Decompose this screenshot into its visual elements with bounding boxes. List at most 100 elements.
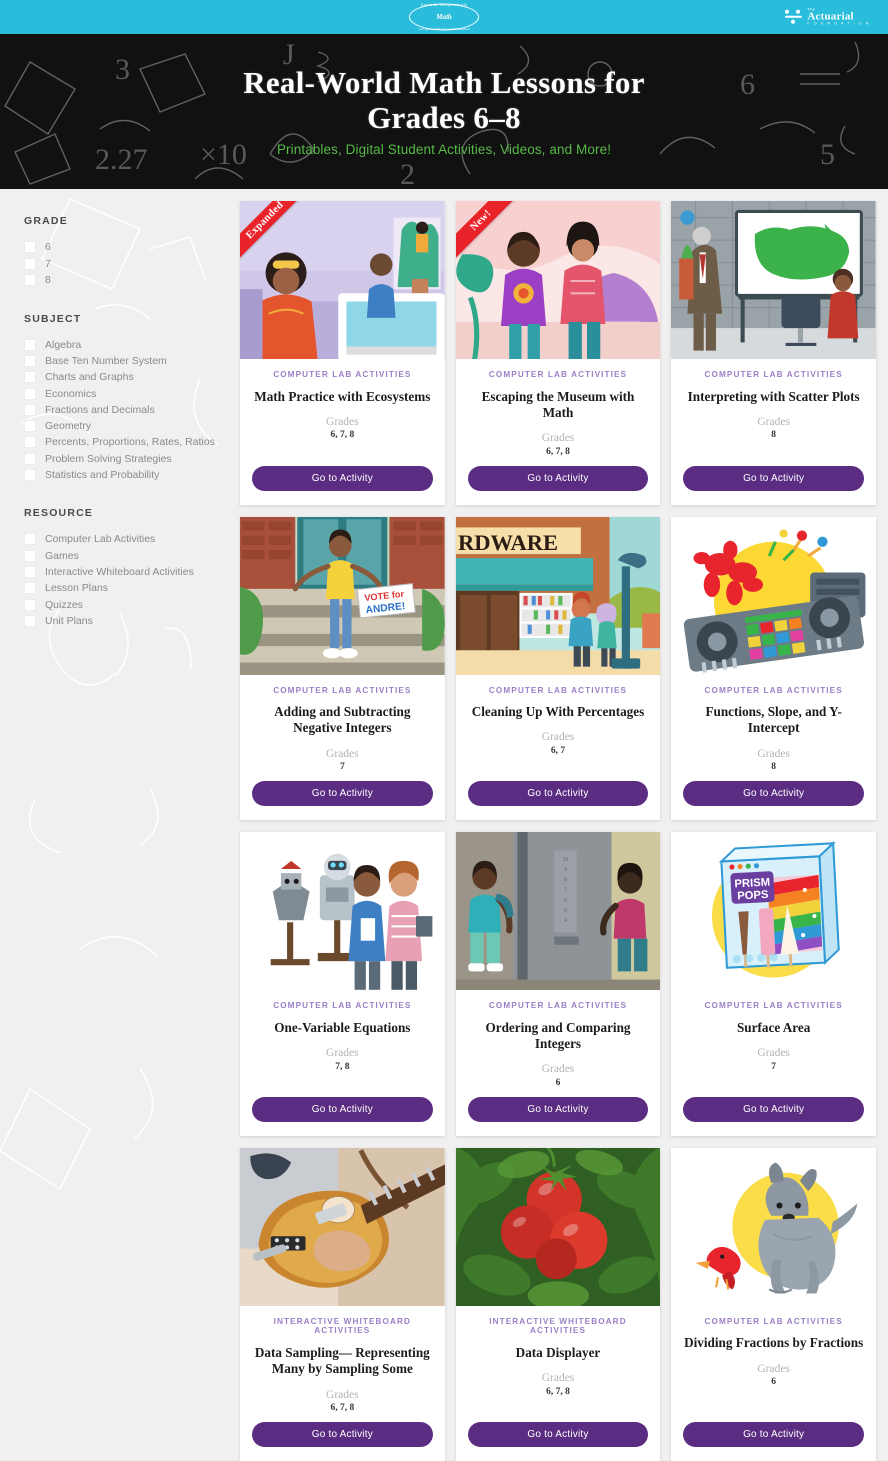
activity-card-body: COMPUTER LAB ACTIVITIES Surface Area Grade… [671,990,876,1136]
activity-card[interactable]: COMPUTER LAB ACTIVITIES Dividing Fraction… [671,1147,876,1461]
checkbox-icon[interactable] [24,387,36,400]
hero-subtitle: Printables, Digital Student Activities, … [276,142,612,158]
filter-label: Fractions and Decimals [45,403,155,416]
go-to-activity-button[interactable]: Go to Activity [683,781,864,807]
activity-card-body: INTERACTIVE WHITEBOARD ACTIVITIES Data Sa… [240,1306,445,1461]
checkbox-icon[interactable] [24,565,36,578]
checkbox-icon[interactable] [24,257,36,270]
illustration-elevator: 10 9 8 7 6 5 4 [455,832,661,991]
activity-thumbnail[interactable]: RDWARE [455,516,661,675]
activity-card-body: COMPUTER LAB ACTIVITIES Functions, Slope,… [671,675,876,821]
activity-card[interactable]: VOTE for ANDRE! COMPUTER LAB ACTIVITIES A… [240,516,445,821]
checkbox-icon[interactable] [24,241,36,254]
activity-card[interactable]: INTERACTIVE WHITEBOARD ACTIVITIES Data Di… [455,1147,661,1461]
filter-option-geometry[interactable]: Geometry [24,418,232,434]
activity-thumbnail[interactable] [240,832,445,991]
checkbox-icon[interactable] [24,598,36,611]
activity-thumbnail[interactable]: New! [455,201,661,359]
filter-option-algebra[interactable]: Algebra [24,337,232,353]
checkbox-icon[interactable] [24,274,36,287]
filter-option-statistics-and-probability[interactable]: Statistics and Probability [24,467,232,483]
filter-option-quizzes[interactable]: Quizzes [24,596,232,612]
activity-thumbnail[interactable]: Expanded [240,201,445,359]
activities-grid-container: Expanded COMPUTER LAB ACTIVITIES Math Prac… [232,189,888,1461]
activity-thumbnail[interactable] [671,201,876,359]
filter-option-economics[interactable]: Economics [24,385,232,401]
activity-thumbnail[interactable] [671,1147,876,1306]
activity-card[interactable]: COMPUTER LAB ACTIVITIES Functions, Slope,… [671,516,876,821]
activity-title: Ordering and Comparing Integers [485,1019,631,1052]
checkbox-icon[interactable] [24,469,36,482]
filter-option-grade-6[interactable]: 6 [24,239,232,256]
go-to-activity-button[interactable]: Go to Activity [467,465,649,491]
checkbox-icon[interactable] [24,582,36,595]
illustration-classroom-map [671,201,876,359]
activity-card[interactable]: PRISM POPS COMPUTER LAB ACTIVITIES Surfac… [671,832,876,1136]
activity-category: COMPUTER LAB ACTIVITIES [273,370,412,379]
svg-text:5: 5 [820,138,835,171]
filter-option-interactive-whiteboard-activities[interactable]: Interactive Whiteboard Activities [24,564,232,580]
checkbox-icon[interactable] [24,338,36,351]
grades-label: Grades [757,415,790,428]
checkbox-icon[interactable] [24,436,36,449]
svg-text:RDWARE: RDWARE [458,529,558,554]
filter-option-unit-plans[interactable]: Unit Plans [24,613,232,629]
site-logo[interactable]: Expect the Unexpected with Math A Progra… [407,2,481,32]
checkbox-icon[interactable] [24,371,36,384]
activity-card[interactable]: Expanded COMPUTER LAB ACTIVITIES Math Prac… [240,201,445,505]
filter-option-percents-proportions-rates-ratios[interactable]: Percents, Proportions, Rates, Ratios [24,434,232,450]
checkbox-icon[interactable] [24,420,36,433]
go-to-activity-button[interactable]: Go to Activity [252,1096,433,1122]
filter-option-fractions-and-decimals[interactable]: Fractions and Decimals [24,402,232,418]
activity-title: One-Variable Equations [274,1019,411,1035]
activity-thumbnail[interactable] [240,1147,445,1306]
go-to-activity-button[interactable]: Go to Activity [252,465,433,491]
checkbox-icon[interactable] [24,452,36,465]
filter-label: Computer Lab Activities [45,533,156,546]
checkbox-icon[interactable] [24,533,36,546]
go-to-activity-button[interactable]: Go to Activity [683,465,864,491]
go-to-activity-button[interactable]: Go to Activity [683,1422,864,1448]
grades-label: Grades [541,1372,575,1385]
filter-label: Problem Solving Strategies [45,452,172,465]
activity-card[interactable]: COMPUTER LAB ACTIVITIES One-Variable Equa… [240,832,445,1136]
go-to-activity-button[interactable]: Go to Activity [252,1422,433,1448]
filter-label: Economics [45,387,97,400]
activity-thumbnail[interactable]: 10 9 8 7 6 5 4 [455,832,661,991]
illustration-vote-andre: VOTE for ANDRE! [240,516,445,675]
activity-card[interactable]: COMPUTER LAB ACTIVITIES Interpreting with… [671,201,876,505]
activity-card[interactable]: New! COMPUTER LAB ACTIVITIES Escaping the … [455,201,661,505]
grades-value: 8 [771,430,777,441]
go-to-activity-button[interactable]: Go to Activity [467,1422,649,1448]
filter-option-games[interactable]: Games [24,547,232,563]
filter-option-problem-solving-strategies[interactable]: Problem Solving Strategies [24,451,232,467]
go-to-activity-button[interactable]: Go to Activity [467,781,649,807]
activity-thumbnail[interactable] [671,516,876,675]
go-to-activity-button[interactable]: Go to Activity [467,1096,649,1122]
activity-thumbnail[interactable] [455,1147,661,1306]
activity-card[interactable]: 10 9 8 7 6 5 4 COMPUTER LAB ACTIVITIES Orderi… [455,832,661,1136]
svg-text:2: 2 [400,158,415,189]
activity-thumbnail[interactable]: PRISM POPS [671,832,876,991]
checkbox-icon[interactable] [24,354,36,367]
go-to-activity-button[interactable]: Go to Activity [683,1096,864,1122]
top-bar: Expect the Unexpected with Math A Progra… [0,0,888,34]
filter-option-base-ten-number-system[interactable]: Base Ten Number System [24,353,232,369]
checkbox-icon[interactable] [24,614,36,627]
checkbox-icon[interactable] [24,403,36,416]
filter-label: Percents, Proportions, Rates, Ratios [45,436,215,449]
activity-card[interactable]: INTERACTIVE WHITEBOARD ACTIVITIES Data Sa… [240,1147,445,1461]
go-to-activity-button[interactable]: Go to Activity [252,781,433,807]
filter-option-computer-lab-activities[interactable]: Computer Lab Activities [24,531,232,547]
activity-card[interactable]: RDWARE COMPUTER LAB ACTIVITIES Cleaning … [455,516,661,821]
filter-label: Algebra [45,338,82,351]
checkbox-icon[interactable] [24,549,36,562]
actuarial-foundation-logo[interactable]: The Actuarial F O U N D A T I O N [784,7,870,27]
activity-thumbnail[interactable]: VOTE for ANDRE! [240,516,445,675]
filter-option-lesson-plans[interactable]: Lesson Plans [24,580,232,596]
grades-label: Grades [757,1362,790,1375]
filter-option-grade-8[interactable]: 8 [24,272,232,289]
filter-label: 8 [45,274,51,287]
filter-option-grade-7[interactable]: 7 [24,256,232,273]
filter-option-charts-and-graphs[interactable]: Charts and Graphs [24,369,232,385]
